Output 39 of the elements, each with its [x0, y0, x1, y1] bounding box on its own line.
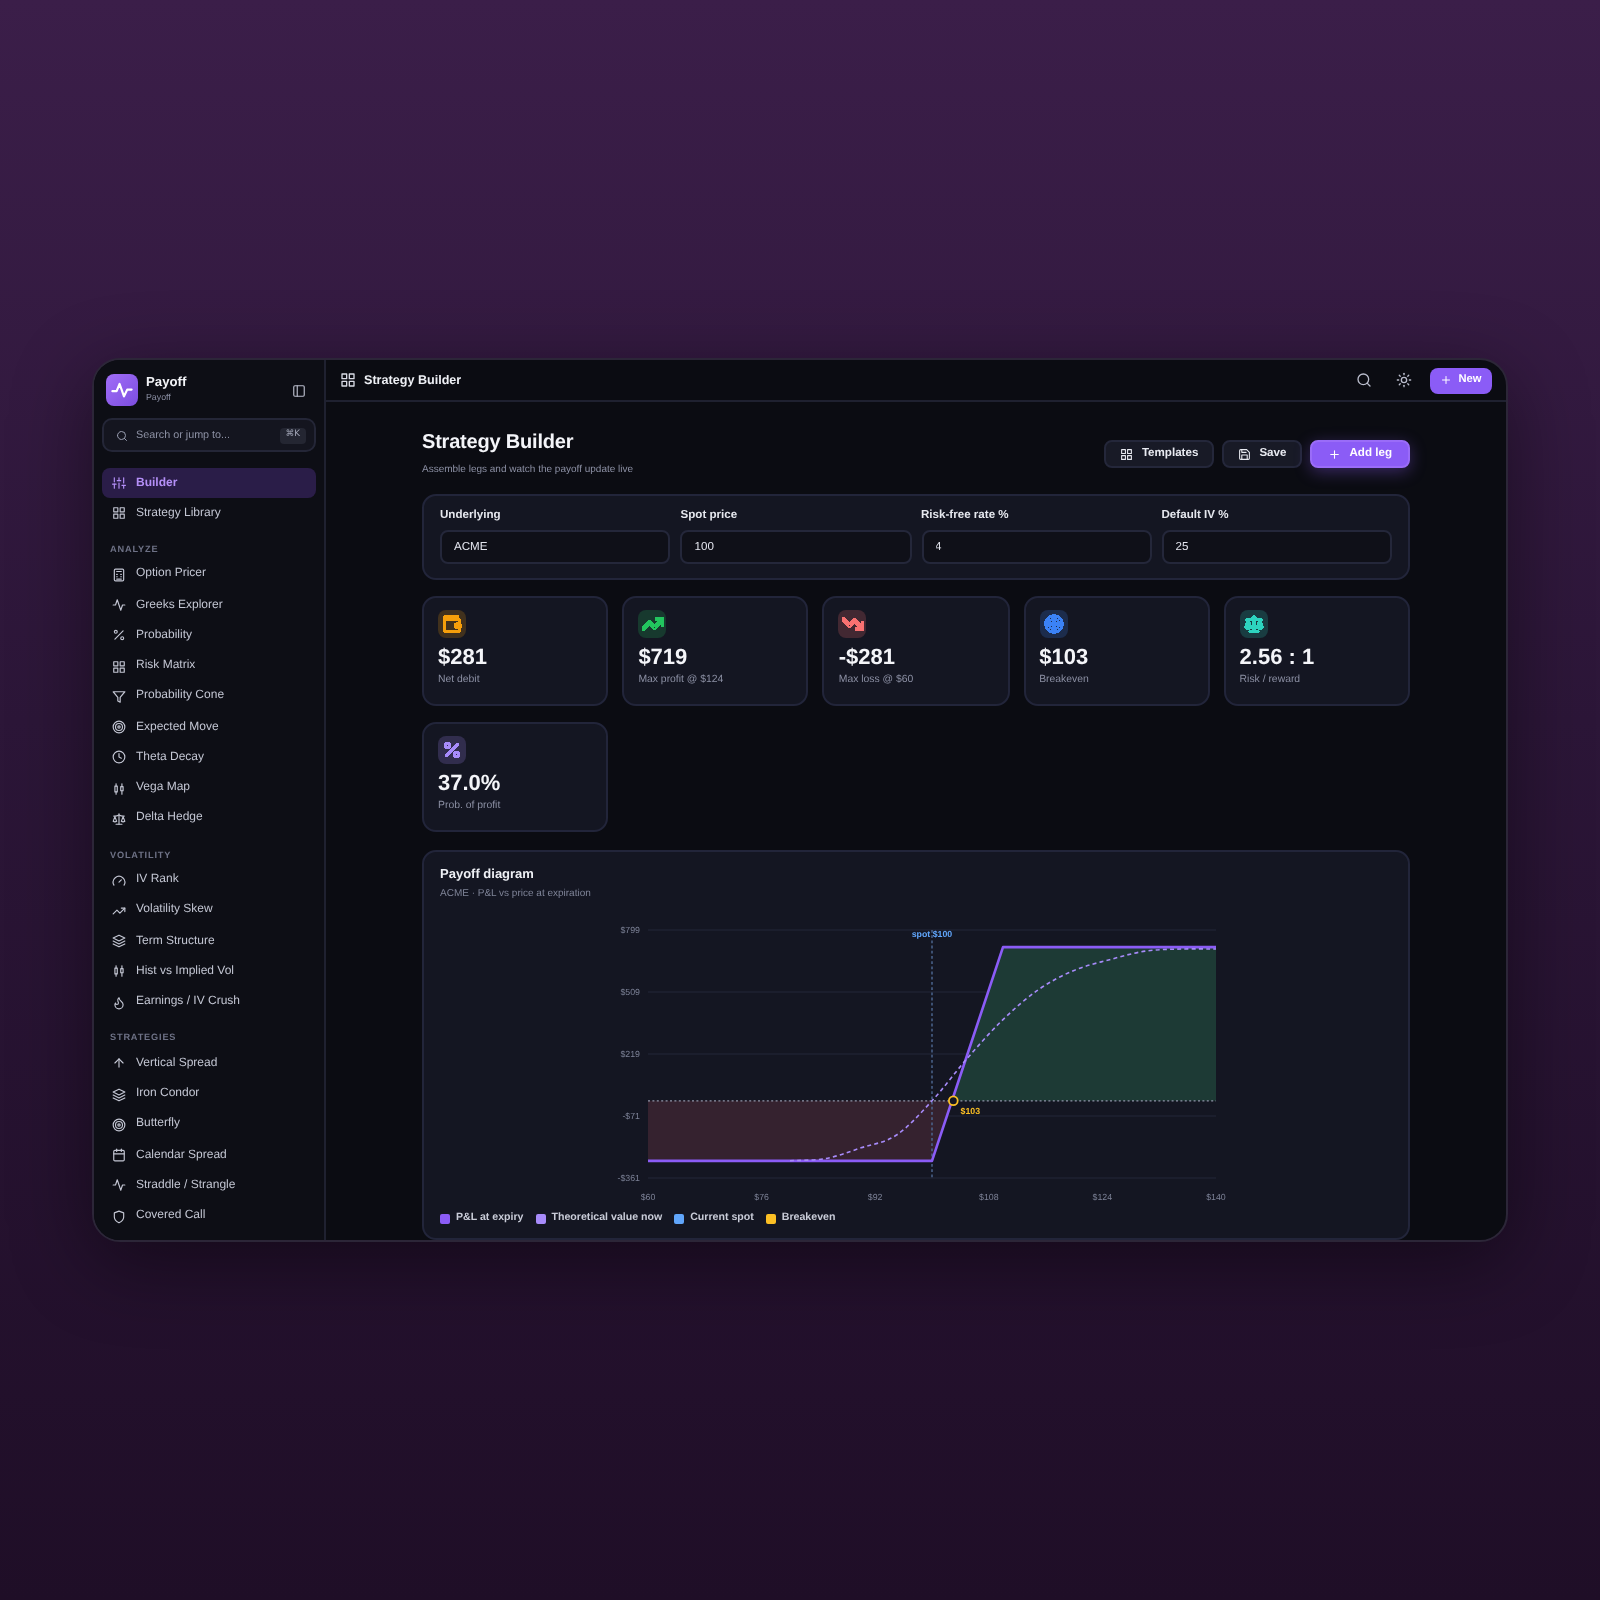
stat-value: -$281 [838, 646, 896, 672]
page-heading: Strategy Builder [422, 432, 576, 456]
stat-value: 37.0% [438, 772, 501, 798]
flame-icon [112, 995, 126, 1010]
scale-icon [112, 811, 126, 826]
gauge-icon [112, 873, 126, 888]
grid-icon [1120, 447, 1134, 461]
grid-icon [112, 506, 126, 521]
percent-icon [112, 628, 126, 643]
pulse-icon [112, 1178, 126, 1193]
panel-icon [291, 383, 305, 397]
funnel-icon [112, 689, 126, 704]
plus-icon [1328, 447, 1342, 461]
stat-value: $281 [438, 646, 487, 672]
plus-icon [1440, 374, 1453, 386]
grid-icon [112, 659, 126, 674]
target-icon [112, 720, 126, 735]
grid-icon [340, 372, 356, 388]
calendar-icon [112, 1148, 126, 1163]
stat-value: 2.56 : 1 [1239, 646, 1315, 672]
clock-icon [112, 750, 126, 765]
search-icon [116, 429, 128, 441]
calculator-icon [112, 567, 126, 582]
shield-icon [112, 1209, 126, 1224]
arrow-up-icon [112, 1056, 126, 1071]
stat-value: $103 [1039, 646, 1089, 672]
layers-icon [112, 934, 126, 949]
sun-icon [1396, 372, 1412, 388]
trending-up-icon [112, 903, 126, 918]
pulse-icon [112, 598, 126, 613]
stat-value: $719 [638, 646, 688, 672]
pulse-logo-icon [106, 374, 138, 406]
candlestick-icon [112, 964, 126, 979]
layers-icon [112, 1087, 126, 1102]
sliders-icon [112, 476, 126, 490]
candlestick-icon [112, 781, 126, 796]
target-icon [112, 1117, 126, 1132]
search-icon [1356, 372, 1372, 388]
breakeven-marker [948, 1095, 959, 1107]
